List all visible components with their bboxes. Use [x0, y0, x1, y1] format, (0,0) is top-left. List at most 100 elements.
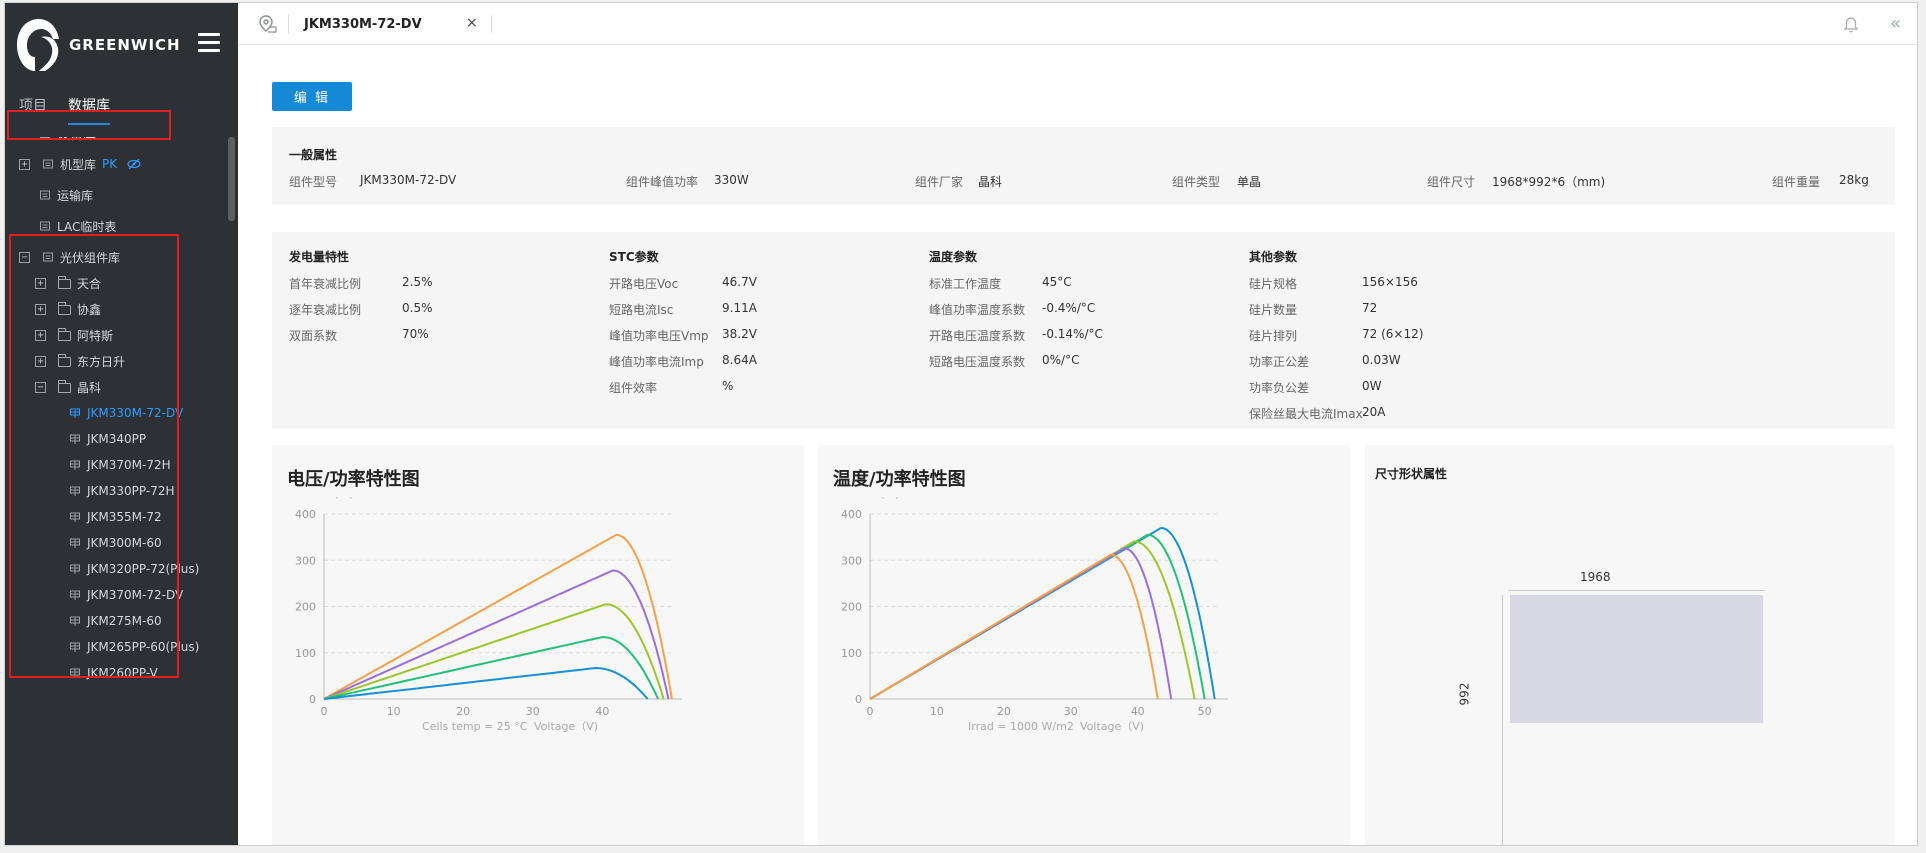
home-pin-icon[interactable]: [258, 15, 278, 33]
param-label: 功率负公差: [1249, 381, 1310, 395]
field-value: 28kg: [1839, 173, 1869, 187]
tree-item-label: 机型库: [60, 157, 97, 172]
x-axis-label: Voltage（V): [534, 720, 598, 733]
panel-title: 尺寸形状属性: [1375, 467, 1448, 481]
field-value: 1968*992*6（mm): [1492, 175, 1606, 189]
param-value: 0%/°C: [1042, 353, 1080, 367]
param-group-title: 温度参数: [929, 250, 978, 264]
brand-name: GREENWICH: [69, 36, 181, 54]
tree-item[interactable]: 运输库: [39, 182, 93, 208]
field-value: 单晶: [1237, 175, 1262, 189]
param-value: -0.14%/°C: [1042, 327, 1103, 341]
menu-toggle-icon[interactable]: [198, 33, 220, 53]
chart-condition-note: Cells temp = 25 °C: [422, 720, 528, 733]
tree-item-label: 运输库: [57, 188, 94, 203]
logo: GREENWICH: [15, 17, 181, 73]
width-dimension-line: [1508, 590, 1765, 591]
y-tick-label: 100: [841, 647, 862, 660]
y-axis-label: Power（W): [294, 497, 353, 500]
param-group-title: 其他参数: [1249, 250, 1298, 264]
param-value: 9.11A: [722, 301, 757, 315]
y-tick-label: 100: [295, 647, 316, 660]
param-value: 46.7V: [722, 275, 757, 289]
y-axis-label: Power（W): [840, 497, 899, 500]
field-value: 晶科: [978, 175, 1003, 189]
param-label: 短路电流Isc: [609, 303, 674, 317]
field-label: 组件类型: [1172, 175, 1221, 189]
param-label: 首年衰减比例: [289, 277, 362, 291]
edit-button[interactable]: 编 辑: [272, 82, 352, 111]
main-content: 编 辑 一般属性 组件型号 JKM330M-72-DV 组件峰值功率 330W …: [238, 46, 1917, 845]
library-icon: [43, 159, 53, 169]
y-tick-label: 400: [295, 508, 316, 521]
x-tick-label: 50: [1198, 705, 1212, 718]
param-label: 组件效率: [609, 381, 658, 395]
voltage-power-chart: Power（W) 0 100 200 300 400 0 10 20 30 40 Cells temp…: [294, 497, 682, 733]
chart-title: 温度/功率特性图: [833, 469, 966, 490]
series-line: [869, 540, 1196, 700]
field-value: 330W: [714, 173, 749, 187]
eye-off-icon[interactable]: [127, 158, 141, 170]
expand-box-icon[interactable]: +: [19, 158, 30, 170]
bell-icon[interactable]: [1843, 16, 1859, 34]
param-value: 70%: [402, 327, 429, 341]
temperature-power-chart-panel: 温度/功率特性图 Power（W) 0 100 200 300 400 0 10 20 30 40 5…: [818, 445, 1350, 845]
parameters-panel: 发电量特性 首年衰减比例 2.5% 逐年衰减比例 0.5% 双面系数 70% STC参数 开路电…: [272, 232, 1895, 429]
param-label: 硅片排列: [1249, 329, 1298, 343]
x-tick-label: 40: [1131, 705, 1145, 718]
x-tick-label: 20: [997, 705, 1011, 718]
x-tick-label: 30: [526, 705, 540, 718]
param-value: 0.5%: [402, 301, 433, 315]
tab-close-icon[interactable]: ×: [466, 15, 478, 31]
tree-item[interactable]: + 机型库 PK: [19, 151, 141, 177]
sidebar-scrollbar[interactable]: [228, 137, 235, 221]
tree-item-label: LAC临时表: [57, 219, 117, 234]
param-label: 开路电压温度系数: [929, 329, 1026, 343]
x-tick-label: 0: [321, 705, 328, 718]
x-tick-label: 40: [595, 705, 609, 718]
field-label: 组件厂家: [915, 175, 964, 189]
temperature-power-chart: Power（W) 0 100 200 300 400 0 10 20 30 40 50 Irrad = …: [840, 497, 1228, 733]
header-divider: [491, 15, 492, 33]
field-label: 组件重量: [1772, 175, 1821, 189]
chart-condition-note: Irrad = 1000 W/m2: [968, 720, 1074, 733]
highlight-pv-module-library: [9, 234, 179, 678]
y-tick-label: 200: [295, 601, 316, 614]
param-value: 72: [1362, 301, 1378, 315]
highlight-device-library: [7, 110, 171, 140]
series-line: [869, 553, 1159, 700]
field-label: 组件峰值功率: [626, 175, 699, 189]
param-label: 功率正公差: [1249, 355, 1310, 369]
voltage-power-chart-panel: 电压/功率特性图 Power（W) 0 100 200 300 400 0 10 20 30 40 C…: [272, 445, 804, 845]
x-tick-label: 30: [1064, 705, 1078, 718]
double-chevron-left-icon[interactable]: «: [1890, 13, 1901, 34]
tab-active-module[interactable]: JKM330M-72-DV: [304, 17, 422, 32]
y-tick-label: 300: [295, 554, 316, 567]
pk-badge[interactable]: PK: [102, 157, 117, 171]
param-group-title: 发电量特性: [289, 250, 350, 264]
dimension-panel: 尺寸形状属性 1968 992: [1365, 445, 1895, 845]
x-tick-label: 0: [867, 705, 874, 718]
param-value: -0.4%/°C: [1042, 301, 1096, 315]
y-tick-label: 0: [309, 693, 316, 706]
y-tick-label: 400: [841, 508, 862, 521]
y-tick-label: 0: [855, 693, 862, 706]
param-label: 短路电压温度系数: [929, 355, 1026, 369]
param-value: 0W: [1362, 379, 1382, 393]
panel-title: 一般属性: [289, 148, 338, 162]
library-icon: [40, 190, 50, 200]
x-axis-label: Voltage（V): [1080, 720, 1144, 733]
param-value: 0.03W: [1362, 353, 1401, 367]
y-tick-label: 200: [841, 601, 862, 614]
param-label: 硅片数量: [1249, 303, 1298, 317]
chart-title: 电压/功率特性图: [287, 469, 420, 490]
module-width-label: 1968: [1580, 570, 1611, 584]
app-window: GREENWICH 项目 数据库 设备库+机型库PK运输库LAC临时表−光伏组件…: [4, 2, 1918, 846]
param-value: 20A: [1362, 405, 1386, 419]
greenwich-logo-icon: [17, 19, 59, 71]
field-label: 组件型号: [289, 175, 338, 189]
param-value: %: [722, 379, 734, 393]
sidebar: GREENWICH 项目 数据库 设备库+机型库PK运输库LAC临时表−光伏组件…: [5, 3, 238, 845]
x-tick-label: 10: [930, 705, 944, 718]
general-properties-panel: 一般属性 组件型号 JKM330M-72-DV 组件峰值功率 330W 组件厂家…: [272, 127, 1895, 205]
